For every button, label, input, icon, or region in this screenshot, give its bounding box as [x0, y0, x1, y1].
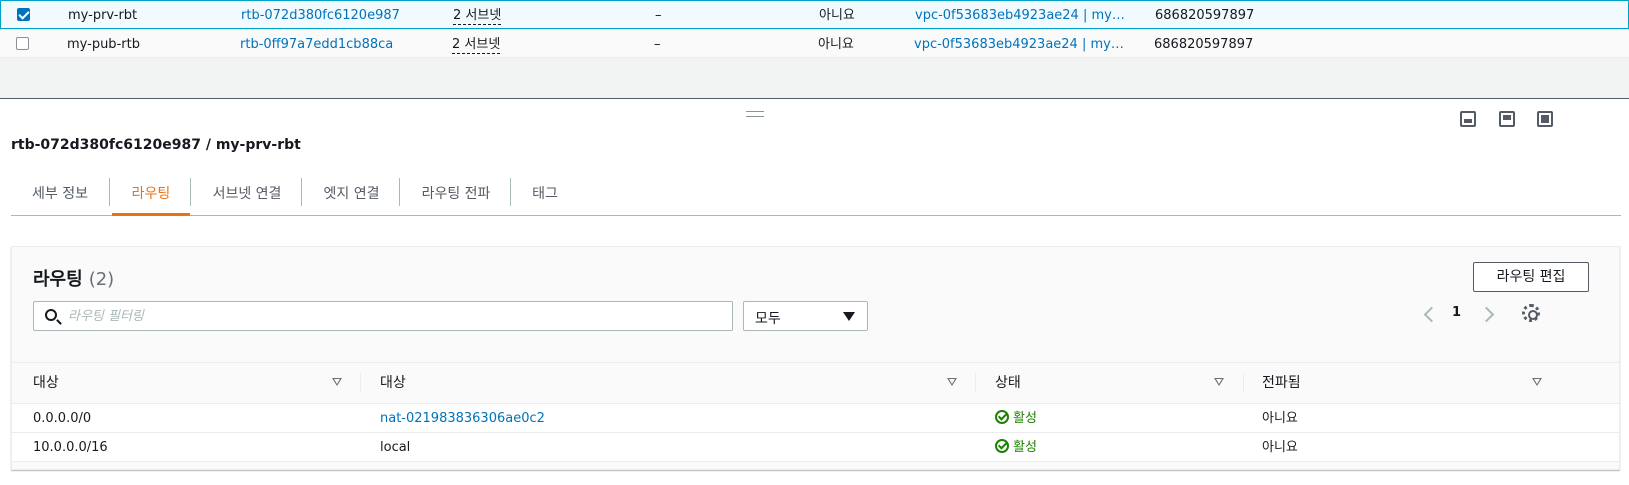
table-row: 10.0.0.0/16 local 활성 아니요 [12, 433, 1619, 462]
route-destination: 10.0.0.0/16 [33, 440, 108, 455]
check-circle-icon [995, 410, 1009, 424]
column-divider[interactable] [1243, 373, 1244, 393]
routes-title-text: 라우팅 [33, 269, 83, 290]
search-icon [45, 309, 57, 321]
routes-count: (2) [88, 269, 115, 290]
search-input[interactable] [68, 305, 718, 327]
routes-title: 라우팅 (2) [33, 265, 114, 291]
tab-list: 세부 정보 라우팅 서브넷 연결 엣지 연결 라우팅 전파 태그 [11, 176, 1621, 216]
route-table-name: my-prv-rbt [68, 8, 138, 23]
route-target: local [380, 440, 411, 455]
route-status: 활성 [995, 404, 1037, 433]
page-number[interactable]: 1 [1452, 305, 1461, 320]
route-destination: 0.0.0.0/0 [33, 411, 92, 426]
panel-side-icon[interactable] [1499, 111, 1515, 127]
filter-value: 모두 [755, 311, 781, 327]
tab-divider [301, 178, 302, 206]
route-status-text: 활성 [1013, 440, 1037, 455]
check-circle-icon [995, 439, 1009, 453]
column-header-destination[interactable]: 대상 [33, 363, 59, 403]
tab-divider [399, 178, 400, 206]
route-table-id-link[interactable]: rtb-0ff97a7edd1cb88ca [240, 30, 393, 59]
edit-routes-button[interactable]: 라우팅 편집 [1473, 262, 1589, 292]
subnet-associations[interactable]: 2 서브넷 [453, 8, 502, 25]
sort-icon[interactable] [1532, 378, 1542, 386]
table-row: 0.0.0.0/0 nat-021983836306ae0c2 활성 아니요 [12, 404, 1619, 433]
vpc-link[interactable]: vpc-0f53683eb4923ae24 | my… [914, 30, 1124, 59]
edge-associations: – [654, 37, 661, 52]
edge-associations: – [655, 8, 662, 23]
sort-icon[interactable] [332, 378, 342, 386]
column-header-status[interactable]: 상태 [995, 363, 1021, 403]
tab-tags[interactable]: 태그 [513, 176, 577, 216]
sort-icon[interactable] [1214, 378, 1224, 386]
panel-bottom-icon[interactable] [1460, 111, 1476, 127]
column-divider[interactable] [975, 373, 976, 393]
search-box[interactable] [33, 301, 733, 331]
panel-fullscreen-icon[interactable] [1537, 111, 1553, 127]
table-row[interactable]: my-pub-rtb rtb-0ff97a7edd1cb88ca 2 서브넷 –… [0, 29, 1629, 58]
chevron-right-icon[interactable] [1481, 306, 1493, 324]
route-status: 활성 [995, 433, 1037, 462]
owner-id: 686820597897 [1155, 8, 1255, 23]
sort-icon[interactable] [947, 378, 957, 386]
tab-divider [109, 178, 110, 206]
row-checkbox[interactable] [16, 37, 29, 50]
column-divider[interactable] [360, 373, 361, 393]
row-checkbox[interactable] [17, 8, 30, 21]
column-header-target[interactable]: 대상 [380, 363, 406, 403]
tab-subnet-associations[interactable]: 서브넷 연결 [193, 176, 301, 216]
subnet-associations[interactable]: 2 서브넷 [452, 37, 501, 54]
tab-route-propagation[interactable]: 라우팅 전파 [402, 176, 510, 216]
main-value: 아니요 [818, 37, 854, 52]
vpc-link[interactable]: vpc-0f53683eb4923ae24 | my… [915, 1, 1125, 30]
caret-down-icon [843, 312, 855, 321]
table-row[interactable]: my-prv-rbt rtb-072d380fc6120e987 2 서브넷 –… [0, 0, 1629, 29]
main-value: 아니요 [819, 8, 855, 23]
routes-table-header: 대상 대상 상태 전파됨 [12, 362, 1619, 404]
route-table-id-link[interactable]: rtb-072d380fc6120e987 [241, 1, 400, 30]
tab-details[interactable]: 세부 정보 [11, 176, 109, 216]
route-propagated: 아니요 [1262, 411, 1298, 426]
gear-icon[interactable] [1522, 304, 1540, 322]
chevron-left-icon[interactable] [1423, 306, 1435, 324]
owner-id: 686820597897 [1154, 37, 1254, 52]
route-target-link[interactable]: nat-021983836306ae0c2 [380, 404, 545, 433]
route-propagated: 아니요 [1262, 440, 1298, 455]
content-background [0, 58, 1629, 98]
routes-header: 라우팅(2) 라우팅 편집 모두 1 [12, 247, 1619, 362]
tab-edge-associations[interactable]: 엣지 연결 [304, 176, 399, 216]
tab-routes[interactable]: 라우팅 [112, 176, 190, 216]
routes-container: 라우팅(2) 라우팅 편집 모두 1 대상 대상 상태 [11, 246, 1620, 470]
panel-title: rtb-072d380fc6120e987 / my-prv-rbt [11, 137, 301, 153]
tab-divider [510, 178, 511, 206]
route-table-name: my-pub-rtb [67, 37, 140, 52]
tab-divider [190, 178, 191, 206]
drag-handle-icon[interactable] [746, 111, 764, 117]
route-status-text: 활성 [1013, 411, 1037, 426]
split-panel: rtb-072d380fc6120e987 / my-prv-rbt 세부 정보… [0, 98, 1629, 485]
filter-select[interactable]: 모두 [743, 301, 868, 331]
column-header-propagated[interactable]: 전파됨 [1262, 363, 1301, 403]
